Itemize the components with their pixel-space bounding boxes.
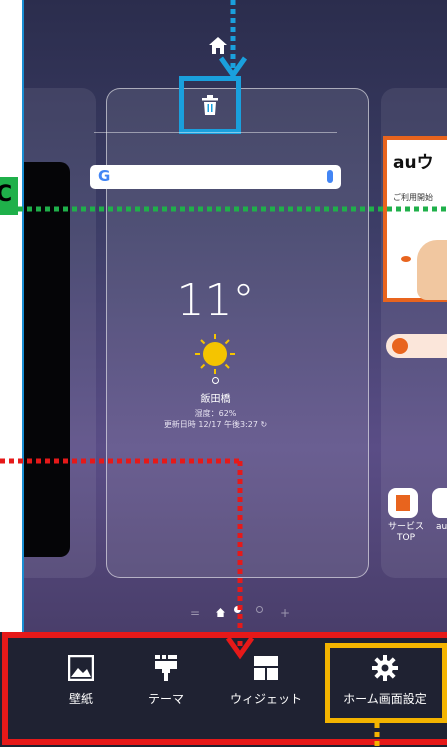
red-callout-arrow [225, 636, 255, 660]
callout-lines [0, 0, 447, 747]
